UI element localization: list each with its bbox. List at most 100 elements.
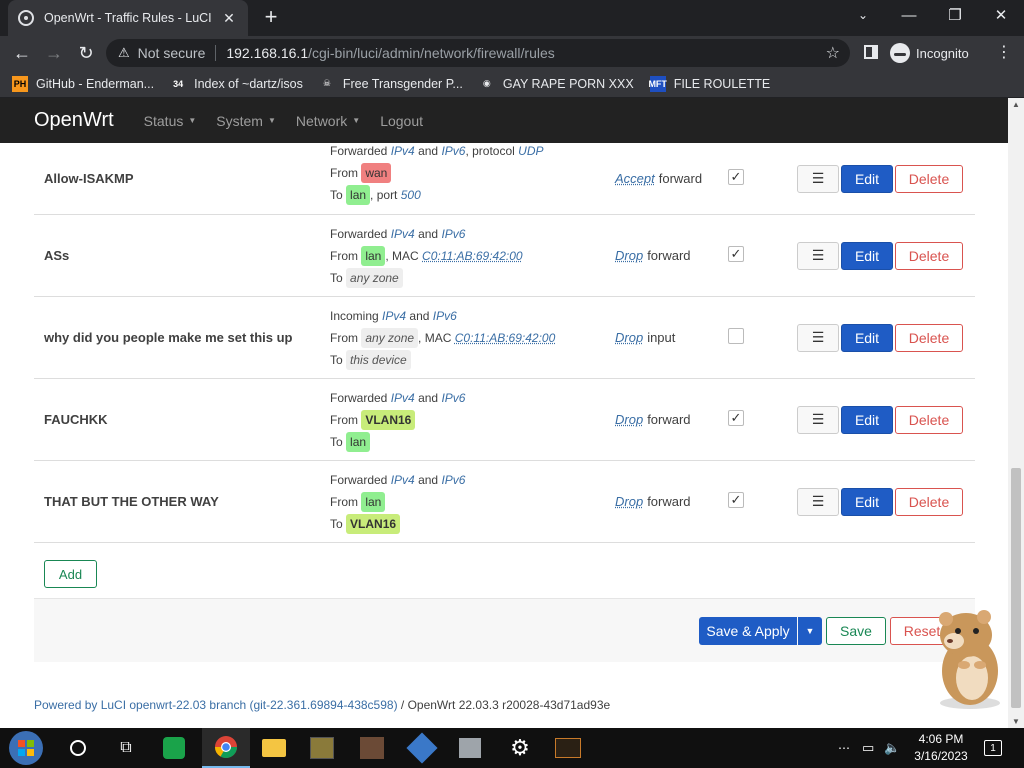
rule-enabled-checkbox[interactable]: ✓ (728, 168, 744, 185)
terminal-app-icon[interactable] (544, 728, 592, 768)
edit-rule-button[interactable]: Edit (841, 323, 893, 352)
rule-name: why did you people make me set this up (44, 330, 293, 345)
reload-icon[interactable]: ↻ (70, 43, 102, 64)
brand-logo[interactable]: OpenWrt (34, 109, 114, 132)
new-tab-button[interactable]: + (258, 4, 284, 30)
url-path: /cgi-bin/luci/admin/network/firewall/rul… (308, 45, 555, 61)
tray-overflow-icon[interactable]: ⋯ (838, 728, 850, 768)
close-window-button[interactable]: ✕ (978, 0, 1024, 30)
back-arrow-icon[interactable]: ← (6, 43, 38, 64)
rule-protocol-line: Forwarded IPv4 and IPv6, protocol UDP (330, 140, 544, 162)
tab-search-chevron-icon[interactable]: ⌄ (840, 0, 886, 30)
rule-action: Drop input (615, 297, 675, 378)
delete-rule-button[interactable]: Delete (895, 164, 963, 193)
chrome-app-icon[interactable] (202, 728, 250, 768)
kebab-menu-icon[interactable]: ⋮ (996, 42, 1012, 62)
system-clock[interactable]: 4:06 PM 3/16/2023 (906, 731, 976, 765)
game-app-icon[interactable] (298, 728, 346, 768)
bookmark-star-icon[interactable]: ☆ (826, 43, 840, 63)
page-scrollbar[interactable]: ▲ ▼ (1008, 98, 1024, 728)
scroll-up-arrow-icon[interactable]: ▲ (1012, 100, 1020, 109)
notification-count: 1 (984, 740, 1002, 756)
side-panel-icon[interactable] (864, 45, 878, 59)
rule-enabled-checkbox[interactable] (728, 327, 744, 344)
media-app-icon[interactable] (348, 728, 396, 768)
bookmark-item[interactable]: MFT FILE ROULETTE (648, 75, 770, 92)
rule-enabled-checkbox[interactable]: ✓ (728, 245, 744, 262)
file-explorer-icon[interactable] (250, 728, 298, 768)
bookmark-item[interactable]: ☠ Free Transgender P... (318, 75, 463, 92)
save-apply-button[interactable]: Save & Apply (699, 617, 797, 645)
edit-rule-button[interactable]: Edit (841, 405, 893, 434)
hamster-overlay-image (939, 610, 1000, 709)
forward-arrow-icon[interactable]: → (38, 43, 70, 64)
drag-handle-icon[interactable]: ☰ (797, 164, 839, 193)
search-circle-icon[interactable] (54, 728, 102, 768)
volume-icon[interactable]: 🔈 (884, 728, 900, 768)
address-bar[interactable]: ⚠ Not secure 192.168.16.1 /cgi-bin/luci/… (106, 39, 850, 67)
nav-menu-system[interactable]: System ▼ (216, 113, 276, 129)
network-icon[interactable]: ▭ (862, 728, 874, 768)
rule-from-line: From lan, MAC C0:11:AB:69:42:00 (330, 245, 523, 267)
drag-handle-icon[interactable]: ☰ (797, 323, 839, 352)
rule-enabled-checkbox[interactable]: ✓ (728, 491, 744, 508)
rule-row: why did you people make me set this up In… (34, 297, 975, 379)
drag-handle-icon[interactable]: ☰ (797, 405, 839, 434)
rule-enabled-checkbox[interactable]: ✓ (728, 409, 744, 426)
add-rule-button[interactable]: Add (44, 560, 97, 588)
rule-from-extra-label: , MAC (385, 249, 419, 263)
caret-down-icon: ▼ (188, 116, 197, 125)
save-button[interactable]: Save (826, 617, 886, 645)
scroll-down-arrow-icon[interactable]: ▼ (1012, 717, 1020, 726)
nav-menu-network[interactable]: Network ▼ (296, 113, 360, 129)
windows-taskbar: ⧉ ⚙ ⋯ ▭ 🔈 4:06 PM 3/16/2023 1 (0, 728, 1024, 768)
edit-rule-button[interactable]: Edit (841, 164, 893, 193)
settings-gear-icon[interactable]: ⚙ (496, 728, 544, 768)
destination-zone-badge: lan (346, 185, 371, 205)
nav-menu-status[interactable]: Status ▼ (144, 113, 197, 129)
bookmark-item[interactable]: ◉ GAY RAPE PORN XXX (478, 75, 634, 92)
task-view-icon[interactable]: ⧉ (102, 728, 150, 768)
nav-menu-logout[interactable]: Logout (380, 113, 423, 129)
rule-family-ipv6: IPv6 (441, 391, 466, 405)
virtualbox-icon[interactable] (398, 728, 446, 768)
delete-rule-button[interactable]: Delete (895, 323, 963, 352)
bookmark-item[interactable]: 34 Index of ~dartz/isos (170, 75, 303, 92)
tab-title: OpenWrt - Traffic Rules - LuCI (44, 11, 212, 25)
restore-button[interactable]: ❐ (932, 0, 978, 30)
rule-from-label: From (330, 166, 358, 180)
green-notes-app-icon[interactable] (150, 728, 198, 768)
delete-rule-button[interactable]: Delete (895, 241, 963, 270)
save-apply-dropdown-icon[interactable]: ▼ (798, 617, 822, 645)
rule-to-label: To (330, 271, 343, 285)
rule-name: FAUCHKK (44, 412, 108, 427)
drag-handle-icon[interactable]: ☰ (797, 241, 839, 270)
start-button[interactable] (2, 728, 50, 768)
rule-from-label: From (330, 249, 358, 263)
edit-rule-button[interactable]: Edit (841, 487, 893, 516)
page-viewport: OpenWrt Status ▼ System ▼ Network ▼ Logout All… (0, 98, 1008, 728)
rule-direction: Forwarded (330, 473, 388, 487)
incognito-indicator[interactable]: Incognito (890, 41, 969, 65)
browser-tab-active[interactable]: OpenWrt - Traffic Rules - LuCI ✕ (8, 0, 248, 36)
drag-handle-icon[interactable]: ☰ (797, 487, 839, 516)
tab-close-icon[interactable]: ✕ (220, 10, 238, 27)
scrollbar-thumb[interactable] (1011, 468, 1021, 708)
edit-rule-button[interactable]: Edit (841, 241, 893, 270)
not-secure-label[interactable]: Not secure (138, 45, 206, 61)
rule-action-target: forward (647, 248, 691, 263)
luci-powered-by-link[interactable]: Powered by LuCI openwrt-22.03 branch (gi… (34, 698, 398, 712)
rule-from-extra-value: C0:11:AB:69:42:00 (422, 249, 523, 263)
bookmark-item[interactable]: PH GitHub - Enderman... (12, 75, 154, 92)
delete-rule-button[interactable]: Delete (895, 487, 963, 516)
bookmark-favicon-icon: PH (12, 75, 28, 92)
rule-from-line: From any zone, MAC C0:11:AB:69:42:00 (330, 327, 555, 349)
minimize-button[interactable]: — (886, 0, 932, 30)
archive-app-icon[interactable] (446, 728, 494, 768)
incognito-label: Incognito (916, 45, 969, 61)
rule-to-line: To this device (330, 349, 555, 371)
notification-center-icon[interactable]: 1 (984, 728, 1002, 768)
delete-rule-button[interactable]: Delete (895, 405, 963, 434)
rule-family-ipv4: IPv4 (390, 227, 415, 241)
source-zone-badge: wan (361, 163, 392, 183)
